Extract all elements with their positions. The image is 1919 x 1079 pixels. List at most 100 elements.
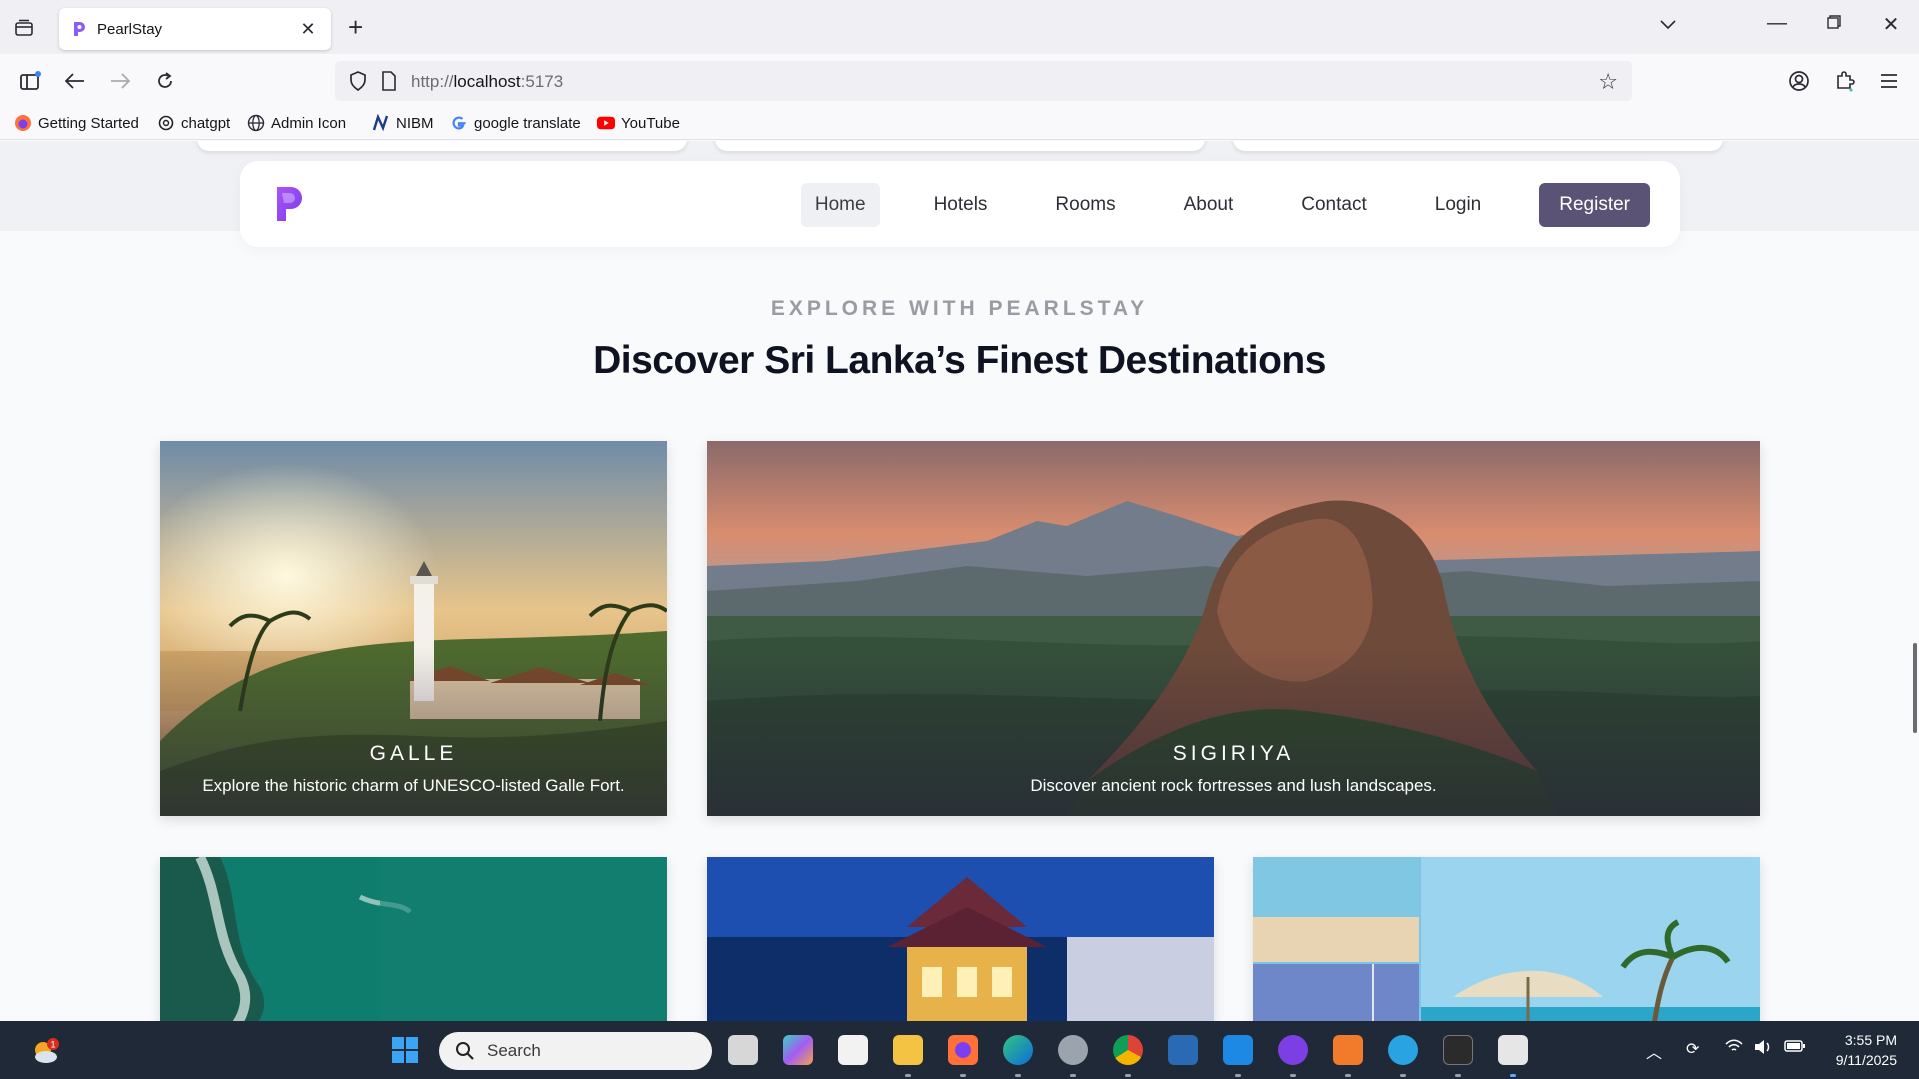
pearlstay-logo-icon[interactable] bbox=[274, 185, 306, 223]
destination-name: GALLE bbox=[369, 742, 458, 765]
browser-tab-bar: PearlStay ✕ + — ✕ bbox=[0, 0, 1919, 54]
app-menu-hamburger-icon[interactable] bbox=[1874, 66, 1904, 96]
destination-card-beach[interactable] bbox=[1253, 857, 1760, 1021]
search-placeholder: Search bbox=[487, 1041, 541, 1060]
nav-login[interactable]: Login bbox=[1421, 183, 1496, 227]
pearlstay-favicon-icon bbox=[74, 22, 85, 36]
running-indicator bbox=[1400, 1074, 1406, 1077]
sync-icon[interactable]: ⟳ bbox=[1686, 1039, 1699, 1059]
globe-icon bbox=[247, 114, 265, 132]
snipping-tool-icon[interactable] bbox=[1498, 1035, 1528, 1065]
address-bar[interactable]: http://localhost:5173 ☆ bbox=[335, 61, 1632, 101]
running-indicator bbox=[960, 1074, 966, 1077]
weather-widget-icon[interactable]: 1 bbox=[28, 1035, 62, 1069]
destination-description: Explore the historic charm of UNESCO-lis… bbox=[202, 776, 625, 795]
battery-icon[interactable] bbox=[1784, 1039, 1806, 1058]
nav-about[interactable]: About bbox=[1170, 183, 1248, 227]
minimize-icon[interactable]: — bbox=[1762, 12, 1792, 35]
previous-card-edge bbox=[715, 141, 1205, 151]
reload-icon[interactable] bbox=[150, 66, 180, 96]
sidebar-toggle-icon[interactable] bbox=[16, 66, 46, 96]
section-eyebrow: EXPLORE WITH PEARLSTAY bbox=[770, 297, 1149, 320]
destination-name: SIGIRIYA bbox=[1172, 742, 1295, 765]
vscode-icon[interactable] bbox=[1223, 1035, 1253, 1065]
running-indicator bbox=[1235, 1074, 1241, 1077]
clock-date: 9/11/2025 bbox=[1835, 1052, 1897, 1068]
url-text: http://localhost:5173 bbox=[411, 72, 564, 91]
copilot-icon[interactable] bbox=[783, 1035, 813, 1065]
tab-list-icon[interactable] bbox=[10, 14, 38, 42]
extensions-puzzle-icon[interactable] bbox=[1830, 66, 1860, 96]
youtube-icon bbox=[597, 114, 615, 132]
restore-icon[interactable] bbox=[1819, 12, 1849, 35]
running-indicator bbox=[1290, 1074, 1296, 1077]
microsoft-store-icon[interactable] bbox=[838, 1035, 868, 1065]
previous-card-edge bbox=[197, 141, 687, 151]
clock-time: 3:55 PM bbox=[1844, 1032, 1897, 1048]
wifi-icon[interactable] bbox=[1725, 1039, 1743, 1058]
settings-gear-icon[interactable] bbox=[1058, 1035, 1088, 1065]
chrome-icon[interactable] bbox=[1113, 1035, 1143, 1065]
edge-icon[interactable] bbox=[1003, 1035, 1033, 1065]
bookmark-google-translate[interactable]: google translate bbox=[450, 114, 581, 132]
svg-text:1: 1 bbox=[50, 1040, 55, 1050]
nibm-logo-icon bbox=[372, 114, 390, 132]
back-arrow-icon[interactable] bbox=[60, 66, 90, 96]
close-tab-icon[interactable]: ✕ bbox=[297, 19, 319, 40]
new-tab-icon[interactable]: + bbox=[348, 12, 363, 43]
browser-tab-pearlstay[interactable]: PearlStay ✕ bbox=[59, 8, 331, 50]
page-scrollbar-thumb[interactable] bbox=[1913, 643, 1917, 733]
chatgpt-icon bbox=[157, 114, 175, 132]
system-clock[interactable]: 3:55 PM 9/11/2025 bbox=[1836, 1030, 1897, 1070]
photos-icon[interactable] bbox=[1168, 1035, 1198, 1065]
destination-card-sigiriya[interactable]: SIGIRIYA Discover ancient rock fortresse… bbox=[707, 441, 1760, 816]
bookmark-youtube[interactable]: YouTube bbox=[597, 114, 680, 132]
firefox-icon bbox=[14, 114, 32, 132]
running-indicator bbox=[1015, 1074, 1021, 1077]
taskbar-search-box[interactable]: Search bbox=[439, 1032, 712, 1070]
telegram-icon[interactable] bbox=[1388, 1035, 1418, 1065]
bookmark-admin-icon[interactable]: Admin Icon bbox=[247, 114, 346, 132]
destination-card-kandy[interactable] bbox=[707, 857, 1214, 1021]
destination-card-galle[interactable]: GALLE Explore the historic charm of UNES… bbox=[160, 441, 667, 816]
volume-icon[interactable] bbox=[1754, 1039, 1772, 1060]
task-view-icon[interactable] bbox=[728, 1035, 758, 1065]
running-indicator bbox=[1455, 1074, 1461, 1077]
nav-home[interactable]: Home bbox=[800, 183, 880, 227]
running-indicator bbox=[1070, 1074, 1076, 1077]
tab-title: PearlStay bbox=[97, 20, 163, 38]
running-indicator bbox=[1345, 1074, 1351, 1077]
bookmark-star-icon[interactable]: ☆ bbox=[1598, 69, 1618, 95]
account-icon[interactable] bbox=[1784, 66, 1814, 96]
close-window-icon[interactable]: ✕ bbox=[1876, 12, 1906, 37]
bookmark-nibm[interactable]: NIBM bbox=[372, 114, 434, 132]
firefox-taskbar-icon[interactable] bbox=[948, 1035, 978, 1065]
browser-toolbar: http://localhost:5173 ☆ bbox=[0, 54, 1919, 108]
nav-hotels[interactable]: Hotels bbox=[920, 183, 1002, 227]
show-hidden-icons-chevron-icon[interactable]: ︿ bbox=[1646, 1039, 1662, 1063]
bookmark-getting-started[interactable]: Getting Started bbox=[14, 114, 139, 132]
page-viewport: Home Hotels Rooms About Contact Login Re… bbox=[0, 141, 1919, 1021]
nav-rooms[interactable]: Rooms bbox=[1041, 183, 1129, 227]
destination-card-coast[interactable] bbox=[160, 857, 667, 1021]
page-info-icon[interactable] bbox=[381, 71, 397, 91]
list-all-tabs-chevron-icon[interactable] bbox=[1660, 14, 1676, 35]
running-indicator bbox=[905, 1074, 911, 1077]
register-button[interactable]: Register bbox=[1539, 183, 1650, 227]
section-title: Discover Sri Lanka’s Finest Destinations bbox=[593, 339, 1326, 382]
windows-start-icon[interactable] bbox=[390, 1035, 420, 1065]
google-icon bbox=[450, 114, 468, 132]
running-indicator bbox=[1510, 1074, 1516, 1077]
bookmark-chatgpt[interactable]: chatgpt bbox=[157, 114, 230, 132]
file-explorer-icon[interactable] bbox=[893, 1035, 923, 1065]
terminal-icon[interactable] bbox=[1443, 1035, 1473, 1065]
forward-arrow-icon[interactable] bbox=[105, 66, 135, 96]
nav-contact[interactable]: Contact bbox=[1287, 183, 1380, 227]
previous-card-edge bbox=[1233, 141, 1723, 151]
ocean-aerial-photo bbox=[160, 857, 667, 1021]
github-desktop-icon[interactable] bbox=[1278, 1035, 1308, 1065]
destination-description: Discover ancient rock fortresses and lus… bbox=[1030, 776, 1437, 795]
tracking-protection-shield-icon[interactable] bbox=[349, 71, 367, 91]
windows-taskbar: 1 Search ︿ ⟳ 3:55 PM 9/11/2025 bbox=[0, 1021, 1919, 1079]
xampp-icon[interactable] bbox=[1333, 1035, 1363, 1065]
